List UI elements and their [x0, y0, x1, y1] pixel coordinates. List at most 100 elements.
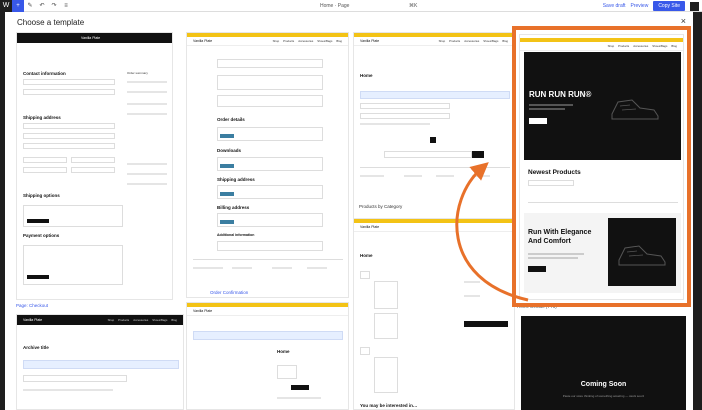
download-button — [220, 164, 234, 168]
close-icon[interactable]: × — [681, 16, 686, 26]
template-card-home[interactable]: Vanilla Plate Shop Products Accessories … — [353, 32, 515, 222]
product-image — [277, 365, 297, 379]
notice-banner — [193, 331, 343, 340]
input-field — [71, 167, 115, 173]
selection-highlight — [512, 26, 691, 307]
footer-text — [272, 267, 292, 269]
template-header: Vanilla Plate — [354, 223, 514, 232]
coming-soon-title: Coming Soon — [580, 381, 627, 388]
input-field — [71, 157, 115, 163]
page-heading: Home — [360, 253, 373, 258]
section-heading: Order details — [217, 117, 245, 122]
footer-line — [360, 167, 510, 168]
site-logo: Vanilla Plate — [81, 36, 101, 40]
redo-icon[interactable]: ↷ — [48, 0, 60, 12]
input-field — [23, 157, 67, 163]
product-row — [360, 103, 450, 109]
text-line — [464, 281, 480, 283]
pay-button — [220, 134, 234, 138]
template-card-order-confirmation-alt[interactable]: Vanilla Plate Home — [186, 302, 349, 410]
template-caption[interactable]: Page: Checkout — [16, 303, 48, 308]
current-page — [430, 137, 436, 143]
template-card-page-checkout[interactable]: Vanilla Plate Contact information Shippi… — [16, 32, 173, 300]
input-field — [23, 167, 67, 173]
site-logo: Vanilla Plate — [193, 309, 213, 313]
section-heading: Shipping address — [217, 177, 255, 182]
search-field — [384, 151, 472, 158]
template-card-archive[interactable]: Vanilla Plate Shop Products Accessories … — [16, 314, 184, 410]
template-caption[interactable]: Order Confirmation — [210, 290, 248, 295]
section-heading: Billing address — [217, 205, 250, 210]
footer-text — [232, 267, 252, 269]
template-card-products-by-category[interactable]: Vanilla Plate Home You may be interested… — [353, 218, 515, 410]
confirmation-box — [217, 95, 323, 107]
text-line — [360, 123, 430, 125]
summary-line — [127, 183, 167, 185]
template-header: Vanilla Plate Shop Products Accessories … — [354, 37, 514, 46]
plus-icon[interactable]: + — [12, 0, 24, 12]
confirmation-box — [217, 75, 323, 90]
notice-banner — [23, 360, 179, 369]
modal-title: Choose a template — [17, 18, 85, 27]
summary-line — [127, 103, 167, 105]
nav-menu: Shop Products Accessories Shoes/Bags Blo… — [272, 39, 342, 43]
wordpress-icon[interactable]: W — [0, 0, 12, 12]
details-box — [217, 241, 323, 251]
summary-line — [127, 91, 167, 93]
list-view-icon[interactable]: ≡ — [60, 0, 72, 12]
option-box — [23, 245, 123, 285]
confirmation-box — [217, 59, 323, 68]
pagination — [394, 137, 484, 143]
shortcut-hint: ⌘K — [409, 3, 418, 9]
document-title[interactable]: Home · Page — [320, 3, 349, 9]
input-field — [23, 79, 115, 85]
input-field — [23, 123, 115, 129]
section-heading: You may be interested in… — [360, 403, 418, 408]
preview-button[interactable]: Preview — [631, 3, 649, 9]
template-modal: Choose a template × Vanilla Plate Contac… — [5, 12, 693, 410]
settings-toggle[interactable] — [690, 1, 699, 11]
summary-label: Order summary — [127, 71, 148, 75]
save-draft-button[interactable]: Save draft — [603, 3, 626, 9]
summary-line — [127, 173, 167, 175]
address-button — [220, 192, 234, 196]
footer-line — [193, 259, 343, 260]
product-card — [374, 357, 398, 393]
summary-line — [127, 113, 167, 115]
option-box — [23, 205, 123, 227]
footer-text — [360, 175, 384, 177]
text-line — [23, 389, 113, 391]
editor-toolbar: W + ✎ ↶ ↷ ≡ Home · Page ⌘K Save draft Pr… — [0, 0, 702, 12]
template-header: Vanilla Plate Shop Products Accessories … — [187, 37, 348, 46]
section-heading: Contact information — [23, 71, 66, 76]
template-card-order-confirmation[interactable]: Vanilla Plate Shop Products Accessories … — [186, 32, 349, 298]
footer-text — [436, 175, 454, 177]
footer-text — [307, 267, 327, 269]
publish-button[interactable]: Copy Site — [653, 1, 685, 11]
add-to-cart-button — [291, 385, 309, 390]
footer-text — [404, 175, 422, 177]
template-header: Vanilla Plate — [187, 307, 348, 316]
section-heading: Downloads — [217, 148, 242, 153]
place-order-button — [27, 219, 49, 223]
pencil-icon[interactable]: ✎ — [24, 0, 36, 12]
product-image — [360, 271, 370, 279]
text-line — [277, 397, 321, 399]
text-line — [464, 295, 480, 297]
address-button — [220, 220, 234, 224]
template-card-coming-soon[interactable]: Coming Soon Paste our store thinking of … — [521, 316, 686, 410]
product-row — [23, 375, 127, 382]
undo-icon[interactable]: ↶ — [36, 0, 48, 12]
footer-text — [472, 175, 490, 177]
nav-menu: Shop Products Accessories Shoes/Bags Blo… — [107, 318, 177, 322]
summary-line — [127, 81, 167, 83]
template-caption[interactable]: Products by Category — [359, 204, 402, 209]
proceed-button — [464, 321, 508, 327]
page-heading: Home — [360, 73, 373, 78]
place-order-button — [27, 275, 49, 279]
product-card — [374, 313, 398, 339]
site-logo: Vanilla Plate — [360, 225, 380, 229]
archive-title: Archive title — [23, 345, 49, 350]
product-card — [374, 281, 398, 309]
section-heading: Shipping address — [23, 115, 61, 120]
